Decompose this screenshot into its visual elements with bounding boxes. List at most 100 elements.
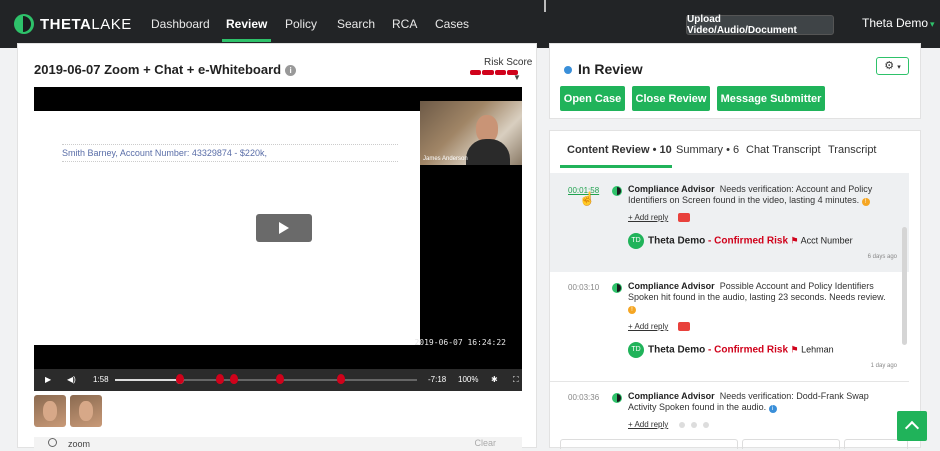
divider — [550, 381, 909, 382]
risk-marker[interactable] — [216, 374, 225, 384]
nav-search[interactable]: Search — [337, 0, 375, 48]
info-icon[interactable]: i — [285, 65, 297, 76]
flag-label: Lehman — [801, 344, 834, 355]
compliance-advisor-icon — [612, 393, 622, 403]
reviewer-name: Theta Demo — [648, 235, 706, 247]
whiteboard-text: Smith Barney, Account Number: 43329874 -… — [62, 144, 398, 162]
tab-content-review[interactable]: Content Review • 10 — [567, 144, 672, 156]
gear-icon: ⚙ — [884, 60, 895, 72]
warning-icon: ! — [861, 198, 870, 206]
nav-policy[interactable]: Policy — [285, 0, 317, 48]
zoom-level[interactable]: 100% — [458, 369, 478, 391]
hand-cursor-icon: ☝ — [579, 191, 596, 206]
status-dot — [564, 66, 572, 74]
flag-icon: ⚑ — [790, 235, 799, 246]
risk-status: Confirmed Risk — [714, 344, 789, 356]
reaction-icon[interactable] — [679, 422, 685, 428]
compliance-advisor-icon — [612, 283, 622, 293]
comment-author: Compliance Advisor — [628, 391, 715, 401]
nav-rca[interactable]: RCA — [392, 0, 417, 48]
top-navbar: THETALAKE Dashboard Review Policy Search… — [0, 0, 940, 48]
clear-button[interactable]: Clear — [474, 438, 496, 448]
progress-bar[interactable] — [115, 376, 417, 384]
remaining-time: -7:18 — [428, 375, 447, 384]
review-comment: 00:03:10 Compliance Advisor Possible Acc… — [550, 275, 909, 379]
scrollbar[interactable] — [544, 0, 546, 12]
chevron-down-icon: ▾ — [930, 19, 935, 29]
flag-icon[interactable] — [678, 322, 690, 331]
risk-marker[interactable] — [230, 374, 239, 384]
comment-timestamp[interactable]: 00:03:36 — [568, 393, 599, 402]
reaction-icon[interactable] — [691, 422, 697, 428]
nav-dashboard[interactable]: Dashboard — [151, 0, 210, 48]
search-icon — [48, 438, 57, 447]
video-panel: 2019-06-07 Zoom + Chat + e-Whiteboard i R… — [17, 43, 537, 451]
add-reply-link[interactable]: + Add reply — [628, 322, 668, 331]
close-review-button[interactable]: Close Review — [632, 86, 710, 111]
reviewer-row: TD Theta Demo - Confirmed Risk ⚑ Lehman — [628, 342, 834, 358]
video-title: 2019-06-07 Zoom + Chat + e-Whiteboard i — [34, 62, 297, 77]
comment-age: 1 day ago — [870, 363, 897, 369]
tab-summary[interactable]: Summary • 6 — [676, 144, 739, 156]
reviewer-row: TD Theta Demo - Confirmed Risk ⚑ Acct Num… — [628, 233, 853, 249]
current-time: 1:58 — [93, 375, 109, 384]
add-reply-link[interactable]: + Add reply — [628, 420, 668, 429]
risk-score-label: Risk Score — [484, 57, 533, 68]
webcam-thumbnail: James Anderson — [420, 101, 522, 165]
chevron-down-icon: ▾ — [897, 64, 901, 71]
message-submitter-button[interactable]: Message Submitter — [717, 86, 825, 111]
risk-score-bar[interactable] — [470, 70, 518, 75]
flag-icon: ⚑ — [790, 344, 799, 355]
upload-button[interactable]: Upload Video/Audio/Document — [686, 14, 834, 36]
volume-icon[interactable]: ◀) — [67, 369, 76, 391]
video-player[interactable]: Smith Barney, Account Number: 43329874 -… — [34, 87, 522, 374]
gear-icon[interactable]: ✱ — [491, 369, 498, 391]
active-tab-indicator — [560, 165, 672, 168]
avatar: TD — [628, 342, 644, 358]
progress-fill — [115, 379, 180, 381]
tab-transcript[interactable]: Transcript — [828, 144, 877, 156]
comment-age: 6 days ago — [867, 254, 897, 260]
thetalake-logo[interactable]: THETALAKE — [14, 14, 150, 34]
settings-dropdown-button[interactable]: ⚙ ▾ — [876, 57, 909, 75]
participant-face-thumbnail[interactable] — [70, 395, 102, 427]
play-icon[interactable] — [256, 214, 312, 242]
review-comment: 00:01:58 Compliance Advisor Needs verifi… — [550, 173, 909, 272]
logo-icon — [14, 14, 34, 34]
flag-icon[interactable] — [678, 213, 690, 222]
nav-cases[interactable]: Cases — [435, 0, 469, 48]
flag-label: Acct Number — [800, 235, 853, 246]
content-review-panel: Content Review • 10 Summary • 6 Chat Tra… — [549, 130, 921, 449]
status-title: In Review — [578, 61, 643, 77]
chevron-down-icon[interactable]: ▼ — [513, 73, 521, 82]
camera-name: James Anderson — [423, 156, 468, 162]
transcript-search: zoom Clear — [34, 437, 522, 451]
compliance-advisor-icon — [612, 186, 622, 196]
open-case-button[interactable]: Open Case — [560, 86, 625, 111]
participant-face-thumbnail[interactable] — [34, 395, 66, 427]
participant-faces — [34, 395, 102, 427]
avatar: TD — [628, 233, 644, 249]
tab-chat-transcript[interactable]: Chat Transcript — [746, 144, 821, 156]
whiteboard-frame: Smith Barney, Account Number: 43329874 -… — [34, 111, 420, 345]
video-timestamp: 2019-06-07 16:24:22 — [414, 338, 506, 347]
comment-author: Compliance Advisor — [628, 281, 715, 291]
nav-review[interactable]: Review — [221, 0, 272, 48]
user-name: Theta Demo — [862, 16, 929, 30]
add-reply-link[interactable]: + Add reply — [628, 213, 668, 222]
reaction-icon[interactable] — [703, 422, 709, 428]
info-icon: i — [768, 405, 777, 413]
comment-timestamp[interactable]: 00:03:10 — [568, 283, 599, 292]
review-comment: 00:03:36 Compliance Advisor Needs verifi… — [550, 383, 909, 439]
video-controls: ▶ ◀) 1:58 -7:18 100% ✱ ⛶ — [34, 369, 522, 391]
play-icon[interactable]: ▶ — [45, 369, 51, 391]
user-menu[interactable]: Theta Demo ▾ — [862, 16, 935, 30]
scroll-to-top-button[interactable] — [897, 411, 927, 441]
risk-status: Confirmed Risk — [714, 235, 789, 247]
review-tabs: Content Review • 10 Summary • 6 Chat Tra… — [550, 131, 920, 169]
risk-marker[interactable] — [276, 374, 285, 384]
risk-marker[interactable] — [336, 374, 345, 384]
fullscreen-icon[interactable]: ⛶ — [513, 369, 519, 391]
risk-marker[interactable] — [175, 374, 184, 384]
logo-bold: THETA — [40, 15, 92, 33]
